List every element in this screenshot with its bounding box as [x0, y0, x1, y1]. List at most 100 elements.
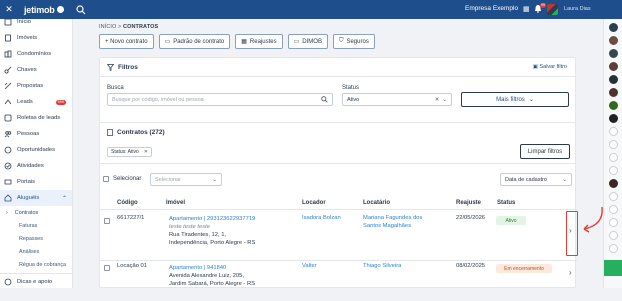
sidebar-item-imoveis[interactable]: Imóveis [0, 30, 72, 46]
sidebar-item-oportunidades[interactable]: Oportunidades [0, 142, 72, 158]
contact-avatar[interactable] [609, 49, 618, 58]
sort-select[interactable]: Data de cadastro ⌄ [500, 173, 572, 186]
apps-grid-icon[interactable]: ▦ [523, 5, 530, 13]
sidebar-help[interactable]: Dicas e apoio [0, 273, 73, 289]
chevron-right-icon: › [6, 209, 8, 216]
contact-avatar[interactable] [609, 153, 618, 162]
sidebar-subitem-repasses[interactable]: Repasses [0, 232, 72, 245]
landlord-link[interactable]: Isadora Bolzan [302, 215, 341, 223]
clear-filters-button[interactable]: Limpar filtros [520, 144, 570, 159]
tenant-link[interactable]: Thiago Silveira [363, 263, 401, 271]
contact-avatar[interactable] [609, 218, 618, 227]
contact-avatar[interactable] [609, 114, 618, 123]
property-link[interactable]: Apartamento | 293123622937719 [169, 216, 255, 224]
highlight-annotation [566, 211, 578, 256]
adjustment-date: 22/05/2026 [456, 215, 486, 221]
sidebar-item-leads[interactable]: Leads 999 [0, 94, 72, 110]
contact-avatar[interactable] [609, 179, 618, 188]
sidebar-item-portais[interactable]: Portais [0, 174, 72, 190]
company-name[interactable]: Empresa Exemplo [465, 5, 518, 12]
sidebar-item-atividades[interactable]: Atividades [0, 158, 72, 174]
tenant-link-line2[interactable]: Santos Magalhães [363, 223, 411, 231]
property-link[interactable]: Apartamento | 941840 [169, 265, 226, 273]
filter-icon [107, 64, 114, 71]
dimob-button[interactable]: ▭ DIMOB [287, 34, 328, 49]
contract-standard-button[interactable]: ▭ Padrão de contrato [158, 34, 231, 49]
contact-avatar[interactable] [609, 101, 618, 110]
sidebar-subitem-regua[interactable]: Régua de cobrança [0, 258, 72, 271]
sidebar-subitem-contratos[interactable]: › Contratos [0, 206, 72, 219]
contact-avatar[interactable] [609, 36, 618, 45]
document-icon: ▭ [164, 39, 171, 45]
contact-avatar[interactable] [609, 231, 618, 240]
leads-badge: 999 [55, 99, 66, 105]
contract-code: Locação 01 [117, 263, 147, 269]
contact-avatar[interactable] [609, 23, 618, 32]
sidebar-subitem-analises[interactable]: Análises [0, 245, 72, 258]
user-avatar[interactable] [547, 4, 558, 15]
row-expand-chevron-icon[interactable]: › [569, 269, 572, 277]
status-filter-chip[interactable]: Status: Ativo ✕ [107, 147, 152, 157]
row-checkbox[interactable] [104, 265, 110, 271]
filters-panel: Filtros ▣ Salvar filtro Busca Busque por… [99, 57, 576, 129]
app-logo[interactable]: jetimob [24, 5, 64, 15]
breadcrumb: INÍCIO > CONTRATOS [99, 24, 158, 30]
user-name[interactable]: Laura Dias [564, 6, 591, 12]
clear-status-icon[interactable]: ✕ [435, 97, 440, 103]
row-checkbox[interactable] [104, 218, 110, 224]
contact-avatar[interactable] [609, 140, 618, 149]
search-label: Busca [107, 85, 124, 91]
sidebar-item-chaves[interactable]: Chaves [0, 62, 72, 78]
property-address-line2: Independência, Porto Alegre - RS [169, 240, 256, 246]
sidebar-item-roletas[interactable]: Roletas de leads [0, 110, 72, 126]
contact-avatar[interactable] [609, 192, 618, 201]
opportunity-icon [4, 146, 12, 154]
table-row[interactable]: 6617227/1 Apartamento | 293123622937719 … [100, 210, 577, 260]
sidebar-item-inicio[interactable]: Início [0, 14, 72, 30]
chevron-down-icon: ⌄ [562, 176, 567, 183]
contact-avatar[interactable] [609, 88, 618, 97]
contact-avatar[interactable] [609, 244, 618, 253]
sidebar-item-propostas[interactable]: Propostas [0, 78, 72, 94]
landlord-link[interactable]: Valter [302, 263, 317, 271]
new-contract-button[interactable]: + Novo contrato [99, 34, 154, 49]
search-input-icon[interactable] [321, 96, 328, 103]
contact-avatar[interactable] [609, 75, 618, 84]
remove-chip-icon[interactable]: ✕ [144, 149, 148, 155]
sidebar-subitem-faturas[interactable]: Faturas [0, 219, 72, 232]
select-all-checkbox[interactable] [103, 176, 109, 182]
bulk-action-select[interactable]: Selecionar ⌄ [150, 173, 222, 186]
search-icon[interactable] [76, 4, 86, 15]
chat-toggle-button[interactable] [604, 260, 622, 276]
proposal-icon [4, 82, 12, 90]
contact-avatar[interactable] [609, 166, 618, 175]
help-icon [4, 278, 12, 286]
chevron-down-icon: ⌄ [528, 97, 534, 103]
breadcrumb-home[interactable]: INÍCIO [99, 24, 116, 30]
contact-avatar[interactable] [609, 62, 618, 71]
status-select[interactable]: Ativo ✕ ⌄ [342, 93, 452, 106]
action-bar: + Novo contrato ▭ Padrão de contrato ▦ Rea… [99, 34, 375, 49]
building-icon [4, 34, 12, 42]
property-address-line2: Jardim Sabará, Porto Alegre - RS [169, 281, 256, 287]
divider [100, 163, 575, 164]
select-all[interactable]: Selecionar [103, 176, 141, 182]
contact-avatar[interactable] [609, 127, 618, 136]
search-input[interactable]: Busque por código, imóvel ou pessoa [107, 93, 333, 106]
sidebar-item-condominios[interactable]: Condomínios [0, 46, 72, 62]
table-row[interactable]: Locação 01 Apartamento | 941840 Avenida … [100, 261, 577, 301]
chevron-down-icon: ⌄ [442, 96, 447, 103]
condo-icon [4, 50, 12, 58]
sidebar-item-alugueis[interactable]: Aluguéis ⌃ [0, 190, 72, 206]
save-filter-link[interactable]: ▣ Salvar filtro [533, 64, 567, 70]
more-filters-button[interactable]: Mais filtros ⌄ [461, 92, 569, 107]
divider [100, 76, 575, 77]
filters-title: Filtros [107, 64, 138, 71]
contact-avatar[interactable] [609, 205, 618, 214]
adjustments-button[interactable]: ▦ Reajustes [235, 34, 283, 49]
insurance-button[interactable]: ⛉ Seguros [332, 34, 375, 49]
calendar-icon: ▦ [241, 39, 247, 45]
breadcrumb-current: CONTRATOS [123, 24, 159, 30]
sidebar-item-pessoas[interactable]: Pessoas [0, 126, 72, 142]
tenant-link-line1[interactable]: Mariana Fagundes dos [363, 215, 422, 223]
